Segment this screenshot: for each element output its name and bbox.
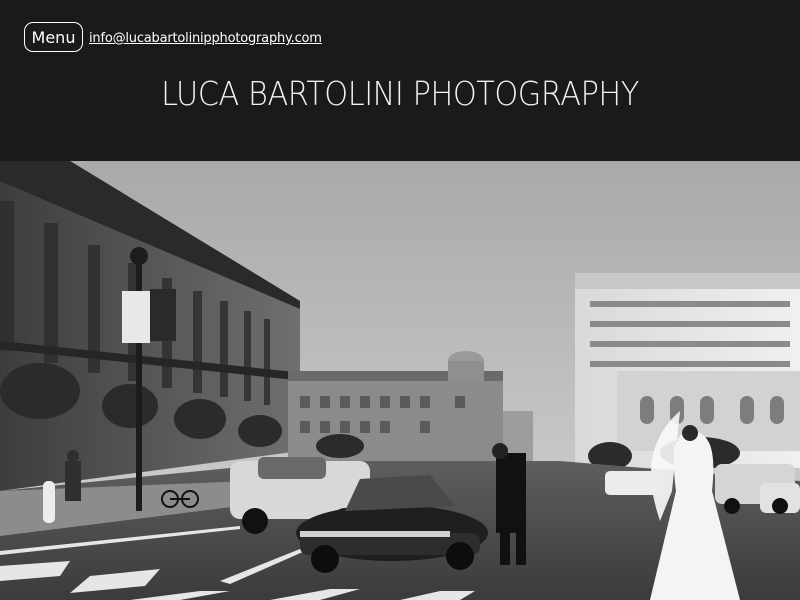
hero-image: [0, 161, 800, 600]
menu-button[interactable]: Menu: [24, 22, 83, 52]
hero-photo: [0, 161, 800, 600]
email-link[interactable]: info@lucabartolinipphotography.com: [89, 31, 322, 46]
site-title[interactable]: LUCA BARTOLINI PHOTOGRAPHY: [32, 74, 768, 113]
site-header: Menu info@lucabartolinipphotography.com …: [0, 0, 800, 161]
